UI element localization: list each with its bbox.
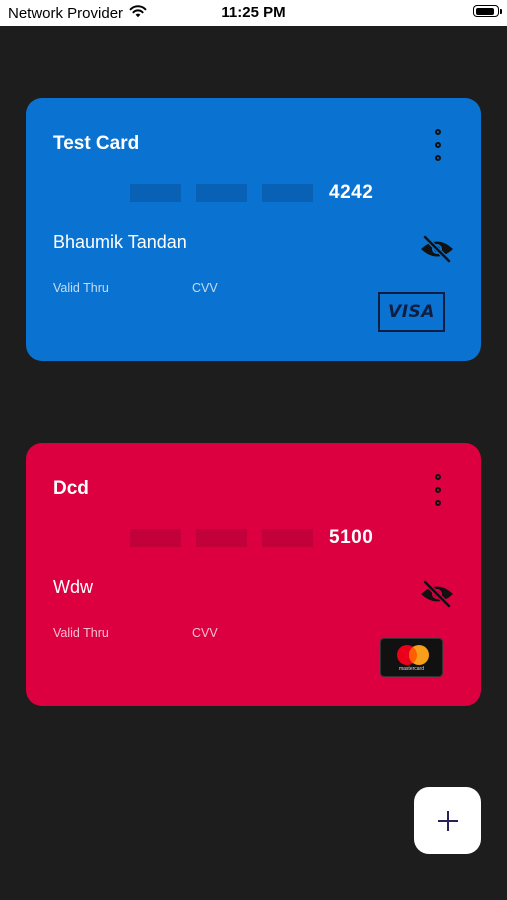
card-last4: 5100	[329, 527, 374, 548]
battery-level	[475, 7, 494, 15]
card-title: Dcd	[53, 478, 89, 499]
card-holder-name: Wdw	[53, 577, 93, 597]
mastercard-wordmark: mastercard	[398, 666, 424, 672]
eye-off-icon[interactable]	[419, 579, 455, 609]
masked-digits	[130, 529, 181, 547]
status-bar: Network Provider 11:25 PM	[0, 0, 507, 26]
eye-off-icon[interactable]	[419, 234, 455, 264]
card-holder-name: Bhaumik Tandan	[53, 232, 187, 252]
card-number: 5100	[130, 527, 373, 549]
card-dcd[interactable]: Dcd 5100 Wdw Valid Thru CVV mastercard	[26, 443, 481, 706]
add-card-button[interactable]	[414, 787, 481, 854]
plus-icon	[437, 810, 458, 831]
masked-digits	[196, 184, 247, 202]
card-number: 4242	[130, 182, 373, 204]
masked-digits	[262, 184, 313, 202]
visa-logo: VISA	[378, 292, 445, 332]
more-vertical-icon[interactable]	[433, 474, 443, 506]
cvv-label: CVV	[192, 281, 218, 295]
valid-thru-label: Valid Thru	[53, 626, 109, 640]
cvv-label: CVV	[192, 626, 218, 640]
masked-digits	[262, 529, 313, 547]
mastercard-logo: mastercard	[380, 638, 443, 677]
status-time: 11:25 PM	[221, 4, 286, 21]
masked-digits	[196, 529, 247, 547]
card-last4: 4242	[329, 182, 374, 203]
battery-icon	[473, 5, 502, 17]
card-test-card[interactable]: Test Card 4242 Bhaumik Tandan Valid Thru…	[26, 98, 481, 361]
valid-thru-label: Valid Thru	[53, 281, 109, 295]
masked-digits	[130, 184, 181, 202]
card-title: Test Card	[53, 133, 140, 154]
more-vertical-icon[interactable]	[433, 129, 443, 161]
